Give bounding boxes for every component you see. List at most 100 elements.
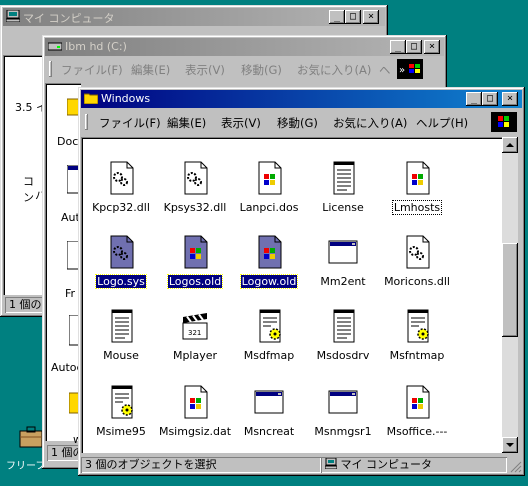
file-item[interactable]: Moricons.dll xyxy=(377,235,457,291)
file-item[interactable]: Msoffice.--- xyxy=(377,385,457,441)
gear-file-icon xyxy=(105,161,137,195)
briefcase-icon xyxy=(19,426,43,448)
file-name: Logo.sys xyxy=(95,274,147,289)
application-window-icon xyxy=(327,385,359,419)
file-label: Mplayer xyxy=(155,349,235,362)
toolbar-grip[interactable] xyxy=(85,114,88,130)
menu-favorites[interactable]: お気に入り(A) xyxy=(297,62,371,78)
gear-file-icon xyxy=(179,161,211,195)
menu-help[interactable]: ヘルプ(H) xyxy=(416,115,468,131)
file-name: Msfntmap xyxy=(389,349,445,362)
title-bar[interactable]: Windows _ □ × xyxy=(81,90,522,108)
file-item[interactable]: Mouse xyxy=(81,309,161,365)
file-item[interactable]: Lmhosts xyxy=(377,161,457,217)
menu-view[interactable]: 表示(V) xyxy=(221,115,261,131)
window-windows: Windows _ □ × ファイル(F) 編集(E) 表示(V) 移動(G) … xyxy=(78,87,525,476)
file-name: Msimgsiz.dat xyxy=(158,425,232,438)
menu-go[interactable]: 移動(G) xyxy=(277,115,318,131)
maximize-button[interactable]: □ xyxy=(345,10,361,24)
file-item[interactable]: Msnmgsr1 xyxy=(303,385,383,441)
menu-edit[interactable]: 編集(E) xyxy=(131,62,170,78)
menu-view[interactable]: 表示(V) xyxy=(185,62,225,78)
file-item[interactable]: Logo.sys xyxy=(81,235,161,291)
file-label: Kpsys32.dll xyxy=(155,201,235,214)
minimize-button[interactable]: _ xyxy=(390,40,406,54)
minimize-button[interactable]: _ xyxy=(466,92,482,106)
clapperboard-icon: 321 xyxy=(179,309,211,343)
menu-bar: ファイル(F) 編集(E) 表示(V) 移動(G) お気に入り(A) ヘルプ(H… xyxy=(81,111,522,133)
file-label: Lanpci.dos xyxy=(229,201,309,214)
file-name: Msdosdrv xyxy=(316,349,370,362)
file-label: Moricons.dll xyxy=(377,275,457,288)
scroll-down-button[interactable] xyxy=(502,437,518,453)
toolbar-grip[interactable] xyxy=(49,61,52,77)
file-name: Moricons.dll xyxy=(384,275,450,288)
ini-settings-icon xyxy=(105,385,137,419)
file-list-view: Kpcp32.dll Kpsys32.dll Lanpci.dos License Lm… xyxy=(81,137,503,453)
file-label: Logos.old xyxy=(155,274,235,289)
ini-settings-icon xyxy=(253,309,285,343)
close-button[interactable]: × xyxy=(502,92,518,106)
window-title: Windows xyxy=(101,92,151,105)
status-text: 3 個のオブジェクトを選択 xyxy=(85,458,217,471)
file-label: Msfntmap xyxy=(377,349,457,362)
menu-go[interactable]: 移動(G) xyxy=(241,62,282,78)
file-label: License xyxy=(303,201,383,214)
file-name: Logos.old xyxy=(166,274,224,289)
file-label: Mm2ent xyxy=(303,275,383,288)
scroll-up-button[interactable] xyxy=(502,137,518,153)
maximize-button[interactable]: □ xyxy=(406,40,422,54)
resize-grip-icon[interactable] xyxy=(508,459,522,473)
close-button[interactable]: × xyxy=(424,40,440,54)
svg-text:321: 321 xyxy=(188,329,201,337)
menu-help[interactable]: ヘ xyxy=(379,62,391,78)
file-item[interactable]: 321 Mplayer xyxy=(155,309,235,365)
file-item[interactable]: Logow.old xyxy=(229,235,309,291)
file-item[interactable]: Logos.old xyxy=(155,235,235,291)
title-bar[interactable]: マイ コンピュータ _ □ × xyxy=(3,8,385,26)
title-bar[interactable]: Ibm hd (C:) _ □ × xyxy=(45,38,444,56)
folder-icon xyxy=(84,93,98,104)
status-location: マイ コンピュータ xyxy=(340,458,433,471)
minimize-button[interactable]: _ xyxy=(329,10,345,24)
menu-file[interactable]: ファイル(F) xyxy=(99,115,161,131)
window-title: Ibm hd (C:) xyxy=(65,40,127,53)
file-item[interactable]: Msimgsiz.dat xyxy=(155,385,235,441)
windows-logo-icon xyxy=(491,112,517,132)
file-label: Msnmgsr1 xyxy=(303,425,383,438)
file-item[interactable]: Msfntmap xyxy=(377,309,457,365)
file-item[interactable]: Lanpci.dos xyxy=(229,161,309,217)
file-name: Mm2ent xyxy=(320,275,366,288)
file-item[interactable]: Mm2ent xyxy=(303,235,383,291)
file-item[interactable]: Msdfmap xyxy=(229,309,309,365)
file-item[interactable]: Msime95 xyxy=(81,385,161,441)
file-item[interactable]: Msncreat xyxy=(229,385,309,441)
scroll-thumb[interactable] xyxy=(502,243,518,337)
file-label[interactable]: Fr xyxy=(65,287,75,300)
file-item[interactable]: License xyxy=(303,161,383,217)
vertical-scrollbar[interactable] xyxy=(502,137,518,453)
text-document-icon xyxy=(327,161,359,195)
application-window-icon xyxy=(253,385,285,419)
file-item[interactable]: Msdosdrv xyxy=(303,309,383,365)
menu-favorites[interactable]: お気に入り(A) xyxy=(333,115,407,131)
file-name: Logow.old xyxy=(239,274,299,289)
status-bar-right: マイ コンピュータ xyxy=(321,457,507,473)
menu-file[interactable]: ファイル(F) xyxy=(61,62,123,78)
close-button[interactable]: × xyxy=(363,10,379,24)
menu-edit[interactable]: 編集(E) xyxy=(167,115,206,131)
maximize-button[interactable]: □ xyxy=(482,92,498,106)
file-name: Lanpci.dos xyxy=(239,201,299,214)
file-name: Msdfmap xyxy=(243,349,295,362)
file-item[interactable]: Kpsys32.dll xyxy=(155,161,235,217)
status-bar-left: 3 個のオブジェクトを選択 xyxy=(81,457,321,473)
windows-file-icon xyxy=(179,385,211,419)
file-label: Kpcp32.dll xyxy=(81,201,161,214)
file-item[interactable]: Kpcp32.dll xyxy=(81,161,161,217)
svg-text:»: » xyxy=(399,65,405,76)
content-area: 3.5 イ コン ハ xyxy=(3,55,47,295)
windows-file-icon xyxy=(253,235,285,269)
text-document-icon xyxy=(327,309,359,343)
windows-logo-icon: » xyxy=(397,59,423,79)
file-name: Lmhosts xyxy=(391,200,443,215)
